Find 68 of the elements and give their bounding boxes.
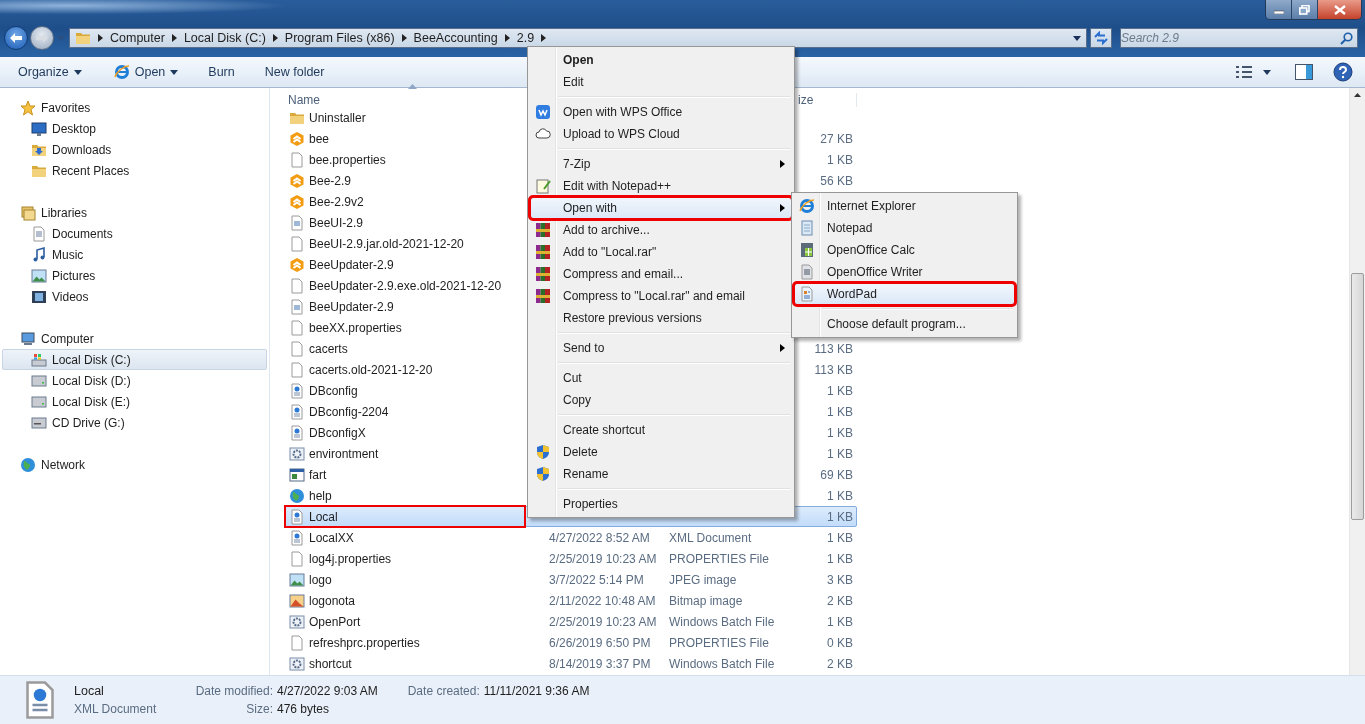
file-name: bee bbox=[309, 131, 330, 146]
file-name: Local bbox=[74, 684, 105, 698]
date-cell: 4/27/2022 8:52 AM bbox=[549, 530, 650, 545]
file-name: cacerts.old-2021-12-20 bbox=[309, 362, 433, 377]
file-name: Local bbox=[309, 509, 338, 524]
date-cell: 2/25/2019 10:23 AM bbox=[549, 551, 657, 566]
property-value: 476 bytes bbox=[277, 702, 330, 716]
size-cell: 113 KB bbox=[814, 341, 853, 356]
file-name: Uninstaller bbox=[309, 110, 366, 125]
date-cell: 8/14/2019 3:37 PM bbox=[549, 656, 651, 671]
file-name: BeeUI-2.9 bbox=[309, 215, 364, 230]
date-cell: 3/7/2022 5:14 PM bbox=[549, 572, 644, 587]
date-cell: 2/25/2019 10:23 AM bbox=[549, 614, 657, 629]
file-name: refreshprc.properties bbox=[309, 635, 420, 650]
size-cell: 3 KB bbox=[827, 572, 853, 587]
type-cell: JPEG image bbox=[669, 572, 737, 587]
property-label: Size: bbox=[245, 702, 273, 716]
file-name: BeeUI-2.9.jar.old-2021-12-20 bbox=[309, 236, 464, 251]
type-cell: PROPERTIES File bbox=[669, 551, 769, 566]
file-name: BeeUpdater-2.9 bbox=[309, 257, 394, 272]
size-cell: 1 KB bbox=[827, 152, 853, 167]
property-label: Date modified: bbox=[194, 684, 273, 698]
property-value: 4/27/2022 9:03 AM bbox=[277, 684, 378, 698]
file-name: DBconfig bbox=[309, 383, 358, 398]
file-name: BeeUpdater-2.9 bbox=[309, 299, 394, 314]
size-cell: 1 KB bbox=[827, 404, 853, 419]
size-cell: 1 KB bbox=[827, 614, 853, 629]
file-name: fart bbox=[309, 467, 327, 482]
size-cell: 2 KB bbox=[827, 593, 853, 608]
type-cell: XML Document bbox=[669, 530, 752, 545]
size-cell: 1 KB bbox=[827, 425, 853, 440]
type-cell: PROPERTIES File bbox=[669, 635, 769, 650]
file-name: logonota bbox=[309, 593, 356, 608]
property-label: Date created: bbox=[406, 684, 480, 698]
file-name: environtment bbox=[309, 446, 379, 461]
file-name: cacerts bbox=[309, 341, 348, 356]
file-name: beeXX.properties bbox=[309, 320, 402, 335]
date-cell: 2/11/2022 10:48 AM bbox=[549, 593, 656, 608]
size-cell: 113 KB bbox=[814, 362, 853, 377]
size-cell: 27 KB bbox=[820, 131, 853, 146]
file-name: LocalXX bbox=[309, 530, 354, 545]
type-cell: Windows Batch File bbox=[669, 614, 775, 629]
file-name: bee.properties bbox=[309, 152, 386, 167]
file-name: Bee-2.9 bbox=[309, 173, 352, 188]
size-cell: 1 KB bbox=[827, 446, 853, 461]
file-name: BeeUpdater-2.9.exe.old-2021-12-20 bbox=[309, 278, 502, 293]
size-cell: 56 KB bbox=[820, 173, 853, 188]
file-type: XML Document bbox=[74, 702, 158, 716]
file-name: OpenPort bbox=[309, 614, 361, 629]
date-cell: 6/26/2019 6:50 PM bbox=[549, 635, 651, 650]
file-name: shortcut bbox=[309, 656, 352, 671]
property-value: 11/11/2021 9:36 AM bbox=[483, 684, 590, 698]
size-cell: 1 KB bbox=[827, 488, 853, 503]
size-cell: 2 KB bbox=[827, 656, 853, 671]
size-cell: 1 KB bbox=[827, 509, 853, 524]
file-name: help bbox=[309, 488, 332, 503]
file-name: Bee-2.9v2 bbox=[309, 194, 364, 209]
size-cell: 1 KB bbox=[827, 530, 853, 545]
file-name: logo bbox=[309, 572, 332, 587]
file-name: DBconfigX bbox=[309, 425, 366, 440]
type-cell: Bitmap image bbox=[669, 593, 743, 608]
file-name: log4j.properties bbox=[309, 551, 392, 566]
size-cell: 69 KB bbox=[820, 467, 853, 482]
type-cell: Windows Batch File bbox=[669, 656, 775, 671]
size-cell: 0 KB bbox=[827, 635, 853, 650]
file-name: DBconfig-2204 bbox=[309, 404, 389, 419]
size-cell: 1 KB bbox=[827, 551, 853, 566]
size-cell: 1 KB bbox=[827, 383, 853, 398]
